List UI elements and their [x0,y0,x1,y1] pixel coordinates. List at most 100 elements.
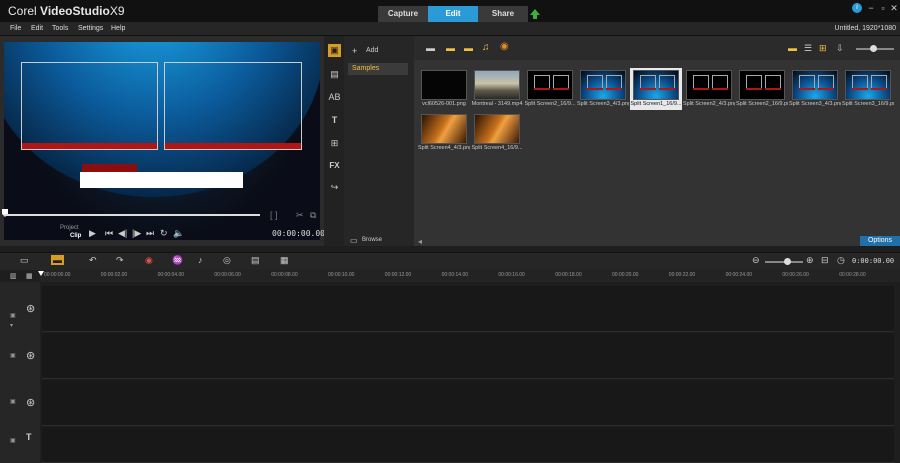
sort-icon[interactable]: ⇩ [836,43,844,54]
library-thumbnail[interactable]: Split Screen4_16/9... [471,112,523,154]
enlarge-icon[interactable]: ⧉ [310,210,316,221]
undo-icon[interactable]: ↶ [89,255,97,266]
online-media-icon[interactable]: ◉ [500,41,509,52]
path-icon[interactable]: ↪ [328,181,341,194]
chapter-marker-icon[interactable]: ▦ [26,272,33,280]
show-photos-icon[interactable]: ▬ [464,43,473,53]
thumbnail-label: Split Screen3_4/3.png [789,101,841,107]
zoom-in-icon[interactable]: ⊕ [806,255,814,266]
thumbnail-label: vcl60526-001.png [422,101,466,107]
motion-tracking-icon[interactable]: ◎ [223,255,231,266]
menu-settings[interactable]: Settings [78,25,103,32]
track-manager-icon[interactable]: ▥ [10,272,17,280]
browse-label[interactable]: Browse [362,237,382,243]
subtitle-editor-icon[interactable]: ▤ [251,255,260,266]
fit-project-icon[interactable]: ⊟ [821,255,829,266]
video-track[interactable] [42,286,894,332]
list-view-icon[interactable]: ☰ [804,43,812,54]
mode-clip-label[interactable]: Clip [70,233,81,239]
next-frame-icon[interactable]: |▶ [132,228,141,239]
split-clip-icon[interactable]: ✂ [296,210,304,221]
volume-icon[interactable]: 🔈 [173,228,184,239]
thumbnail-view-icon[interactable]: ▬ [788,43,797,53]
import-folder-icon[interactable]: ▬ [426,43,435,53]
show-videos-icon[interactable]: ▬ [446,43,455,53]
maximize-icon[interactable]: ▫ [878,3,888,13]
previous-frame-icon[interactable]: ◀| [118,228,127,239]
library-thumbnail[interactable]: Montreal - 3149.mp4 [471,68,523,110]
tab-capture[interactable]: Capture [378,6,428,22]
thumbnail-image [686,70,732,100]
clock-icon: ◷ [837,255,845,265]
storyboard-view-icon[interactable]: ▭ [20,255,29,266]
transition-icon[interactable]: AB [328,91,341,104]
graphic-icon[interactable]: ⊞ [328,137,341,150]
library-thumbnail[interactable]: Split Screen2_16/9.png [736,68,788,110]
timeline-timecode[interactable]: 0:00:00.00 [852,257,894,265]
playhead-marker[interactable] [38,271,44,276]
add-folder-label[interactable]: Add [366,47,378,54]
brand-version: X9 [109,4,125,18]
options-button[interactable]: Options [860,236,900,246]
scrubber-bar[interactable] [4,214,260,216]
title-icon[interactable]: T [328,114,341,127]
library-thumbnail[interactable]: Split Screen3_16/9.png [842,68,894,110]
menu-tools[interactable]: Tools [52,25,68,32]
show-audio-icon[interactable]: ♫ [482,42,490,53]
collapse-icon[interactable]: ◂ [418,237,422,246]
close-icon[interactable]: ✕ [889,3,899,13]
menu-edit[interactable]: Edit [31,25,43,32]
record-capture-icon[interactable]: ◉ [145,255,153,266]
library-thumbnail[interactable]: Split Screen3_4/3.png [577,68,629,110]
zoom-slider-handle[interactable] [784,258,791,265]
title-track-toggle-icon[interactable]: ▣ [10,437,16,444]
ruler-tick-label: 00:00:22.00 [668,272,696,278]
mode-project-label[interactable]: Project [60,225,79,231]
library-thumbnail[interactable]: Split Screen4_4/3.png [418,112,470,154]
overlay-track-2[interactable] [42,380,894,426]
thumbnail-size-handle[interactable] [870,45,877,52]
overlay-track-toggle-icon[interactable]: ▣ [10,352,16,359]
video-track-toggle-icon[interactable]: ▣ [10,312,16,319]
sound-mixer-icon[interactable]: ♒ [172,255,183,266]
help-icon[interactable]: i [852,3,862,13]
redo-icon[interactable]: ↷ [116,255,124,266]
library-thumbnail[interactable]: Split Screen2_4/3.png [683,68,735,110]
fx-filter-icon[interactable]: FX [328,159,341,172]
timeline-ruler[interactable]: 00:00:00.00 00:00:02.00 00:00:04.00 00:00:0… [40,270,900,282]
overlay-track-2-toggle-icon[interactable]: ▣ [10,398,16,405]
library-thumbnail[interactable]: Split Screen2_16/9... [524,68,576,110]
trim-markers-icon[interactable]: [ ] [270,210,278,220]
library-thumbnail[interactable]: Split Screen3_4/3.png [789,68,841,110]
library-thumbnail[interactable]: Split Screen1_16/9... [630,68,682,110]
tab-edit[interactable]: Edit [428,6,478,22]
ruler-tick-label: 00:00:10.00 [328,272,355,278]
minimize-icon[interactable]: − [866,3,876,13]
media-icon[interactable]: ▣ [328,44,341,57]
multi-camera-icon[interactable]: ▦ [280,255,289,266]
thumbnail-split-bar [640,88,656,90]
title-track[interactable] [42,427,894,463]
overlay-track[interactable] [42,333,894,379]
timeline-view-icon[interactable]: ▬ [51,255,64,265]
menu-help[interactable]: Help [111,25,125,32]
player-timecode[interactable]: 00:00:00.00 [272,229,325,238]
upload-icon[interactable] [530,9,540,19]
repeat-icon[interactable]: ↻ [160,228,168,239]
zoom-out-icon[interactable]: ⊖ [752,255,760,266]
thumbnail-split-frame [606,75,622,89]
home-icon[interactable]: ⏮ [105,228,113,239]
menu-file[interactable]: File [10,25,21,32]
end-icon[interactable]: ⏭ [146,228,154,239]
track-expand-icon[interactable]: ▾ [10,322,13,329]
instant-project-icon[interactable]: ▤ [328,68,341,81]
add-icon[interactable]: + [352,46,357,56]
folder-samples[interactable]: Samples [348,63,408,75]
auto-music-icon[interactable]: ♪ [198,255,203,265]
grid-view-icon[interactable]: ⊞ [819,43,827,54]
library-thumbnail[interactable]: vcl60526-001.png [418,68,470,110]
browse-icon[interactable]: ▭ [350,236,358,245]
tab-share[interactable]: Share [478,6,528,22]
ruler-tick-label: 00:00:04.00 [157,272,185,278]
play-icon[interactable]: ▶ [89,228,96,239]
